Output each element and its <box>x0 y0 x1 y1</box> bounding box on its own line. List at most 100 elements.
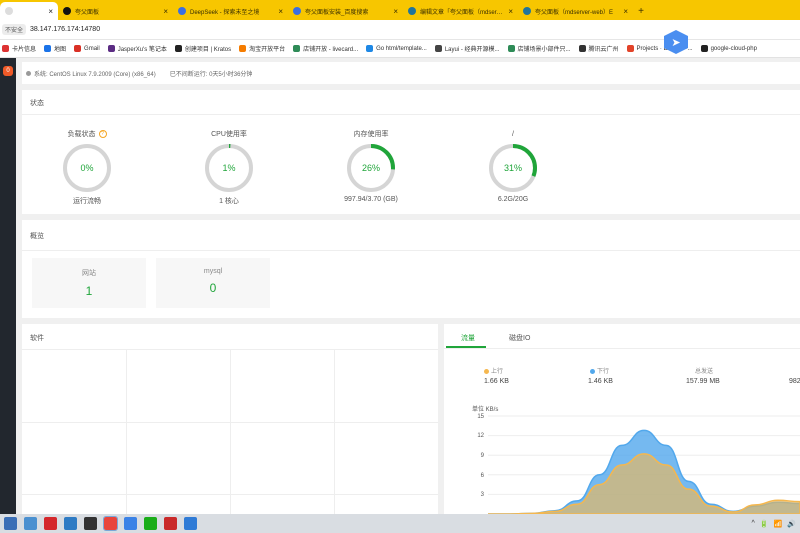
file-manager-icon[interactable] <box>4 517 17 530</box>
screenshot-icon[interactable] <box>64 517 77 530</box>
wps-icon[interactable] <box>44 517 57 530</box>
bookmark-item[interactable]: Gmail <box>74 45 100 52</box>
stat-value[interactable]: 0 <box>156 281 270 295</box>
new-tab-button[interactable]: + <box>633 2 649 20</box>
y-tick-label: 9 <box>480 453 484 459</box>
bookmark-item[interactable]: 地图 <box>44 44 66 53</box>
bookmark-item[interactable]: Layui - 经典开源模... <box>434 44 500 53</box>
kuafu-icon <box>63 7 71 15</box>
deepseek-icon <box>178 7 186 15</box>
status-title: 状态 <box>30 100 44 107</box>
active-tab-indicator <box>446 346 486 348</box>
stat-value[interactable]: 1 <box>32 284 146 298</box>
gauge-2[interactable]: 内存使用率 26% 997.94/3.70 (GB) <box>316 128 426 203</box>
volume-icon[interactable]: 🔊 <box>787 520 796 528</box>
page-icon <box>5 7 13 15</box>
stat-card-websites[interactable]: 网站 1 <box>32 258 146 308</box>
bookmark-label: 店铺开放 - livecard... <box>303 47 359 53</box>
metric-download-value: 1.46 KB <box>588 378 613 385</box>
browser-tab[interactable]: DeepSeek - 探索未至之境 × <box>173 2 288 20</box>
bookmark-label: 淘宝开放平台 <box>249 47 286 53</box>
baidu-icon <box>293 7 301 15</box>
bookmark-item[interactable]: 卡片信息 <box>2 44 36 53</box>
bookmark-label: 地图 <box>54 47 67 53</box>
wechat-icon[interactable] <box>144 517 157 530</box>
metric-download-label: 下行 <box>590 366 609 375</box>
close-icon[interactable]: × <box>163 7 168 16</box>
software-grid-line <box>126 350 127 514</box>
rss-icon[interactable] <box>24 517 37 530</box>
gauge-1[interactable]: CPU使用率 1% 1 核心 <box>174 128 284 206</box>
gauge-value: 26% <box>362 163 380 173</box>
gauge-3[interactable]: / 31% 6.2G/20G <box>458 128 568 203</box>
system-tray: ^ 🔋 📶 🔊 <box>752 514 796 533</box>
tab-title: 编辑文章「夸父面板（mdserv」 <box>420 9 505 16</box>
gauge-subtext: 运行流畅 <box>73 198 101 205</box>
software-grid-line <box>334 350 335 514</box>
software-grid-line <box>22 422 438 423</box>
bookmark-label: 创建项目 | Kratos <box>184 47 232 53</box>
close-icon[interactable]: × <box>48 7 53 16</box>
bookmark-icon <box>626 45 634 52</box>
tab-title: 夸父面板（mdserver-web）E <box>535 9 614 16</box>
bookmark-icon <box>174 45 182 52</box>
stat-label: 网站 <box>82 270 96 277</box>
tab-title: DeepSeek - 探索未至之境 <box>190 9 260 16</box>
close-icon[interactable]: × <box>393 7 398 16</box>
upload-dot <box>484 368 489 374</box>
bookmark-label: Gmail <box>84 45 100 52</box>
browser-tab[interactable]: × <box>0 2 58 20</box>
bookmark-label: 腾讯云广州 <box>588 47 619 53</box>
system-info-bar: 系统: CentOS Linux 7.9.2009 (Core) (x86_64… <box>22 62 800 84</box>
overview-title: 概览 <box>30 233 44 240</box>
url-text[interactable]: 38.147.176.174:14780 <box>30 26 100 33</box>
bird-icon[interactable] <box>124 517 137 530</box>
metric-upload-label: 上行 <box>484 366 503 375</box>
stat-card-mysql[interactable]: mysql 0 <box>156 258 270 308</box>
close-icon[interactable]: × <box>278 7 283 16</box>
metric-total-sent-label: 总发送 <box>695 369 714 375</box>
chrome-icon[interactable] <box>103 516 118 531</box>
gauge-value: 31% <box>504 163 522 173</box>
y-tick-label: 15 <box>477 414 484 420</box>
system-icon <box>26 70 31 76</box>
close-icon[interactable]: × <box>508 7 513 16</box>
bookmark-label: Go html/template... <box>376 45 427 52</box>
bookmark-item[interactable]: 淘宝开放平台 <box>239 44 285 53</box>
bookmark-icon <box>107 45 115 52</box>
notification-badge[interactable]: 0 <box>3 66 13 76</box>
chrome-alt-icon[interactable] <box>184 517 197 530</box>
browser-tab[interactable]: 夸父面板（mdserver-web）E × <box>518 2 633 20</box>
tab-disk-io[interactable]: 磁盘IO <box>509 333 530 343</box>
battery-icon[interactable]: 🔋 <box>760 520 769 528</box>
wordpress-icon <box>523 7 531 15</box>
insecure-badge[interactable]: 不安全 <box>2 24 27 35</box>
metric-total-received-value: 982 <box>789 378 800 385</box>
gauge-0[interactable]: 负载状态? 0% 运行流畅 <box>32 128 142 206</box>
browser-tab[interactable]: 夸父面板安装_百度搜索 × <box>288 2 403 20</box>
browser-tab[interactable]: 夸父面板 × <box>58 2 173 20</box>
wifi-icon[interactable]: 📶 <box>774 520 783 528</box>
bookmark-item[interactable]: Go html/template... <box>366 45 427 52</box>
bookmark-item[interactable]: 店铺场景小部件只... <box>507 44 571 53</box>
tray-expand-icon[interactable]: ^ <box>752 520 755 527</box>
bookmark-label: 卡片信息 <box>12 47 37 53</box>
bookmark-item[interactable]: JasperXu's 笔记本 <box>107 44 167 53</box>
y-tick-label: 3 <box>480 492 484 498</box>
bookmark-item[interactable]: google-cloud-php <box>700 45 757 52</box>
help-icon[interactable]: ? <box>98 130 107 138</box>
bookmark-item[interactable]: 店铺开放 - livecard... <box>293 44 358 53</box>
gauge-subtext: 6.2G/20G <box>497 196 529 203</box>
gauge-ring: 0% <box>63 144 111 192</box>
app-icon[interactable] <box>84 517 97 530</box>
gauge-label: 负载状态? <box>32 128 142 140</box>
bookmark-item[interactable]: 创建项目 | Kratos <box>174 44 232 53</box>
close-icon[interactable]: × <box>623 7 628 16</box>
tab-traffic[interactable]: 流量 <box>461 333 475 343</box>
software-grid-line <box>230 350 231 514</box>
bookmark-icon <box>74 45 82 52</box>
bookmark-item[interactable]: 腾讯云广州 <box>578 44 619 53</box>
browser-tab[interactable]: 编辑文章「夸父面板（mdserv」 × <box>403 2 518 20</box>
bookmark-icon <box>2 45 9 52</box>
vpn-icon[interactable] <box>164 517 177 530</box>
